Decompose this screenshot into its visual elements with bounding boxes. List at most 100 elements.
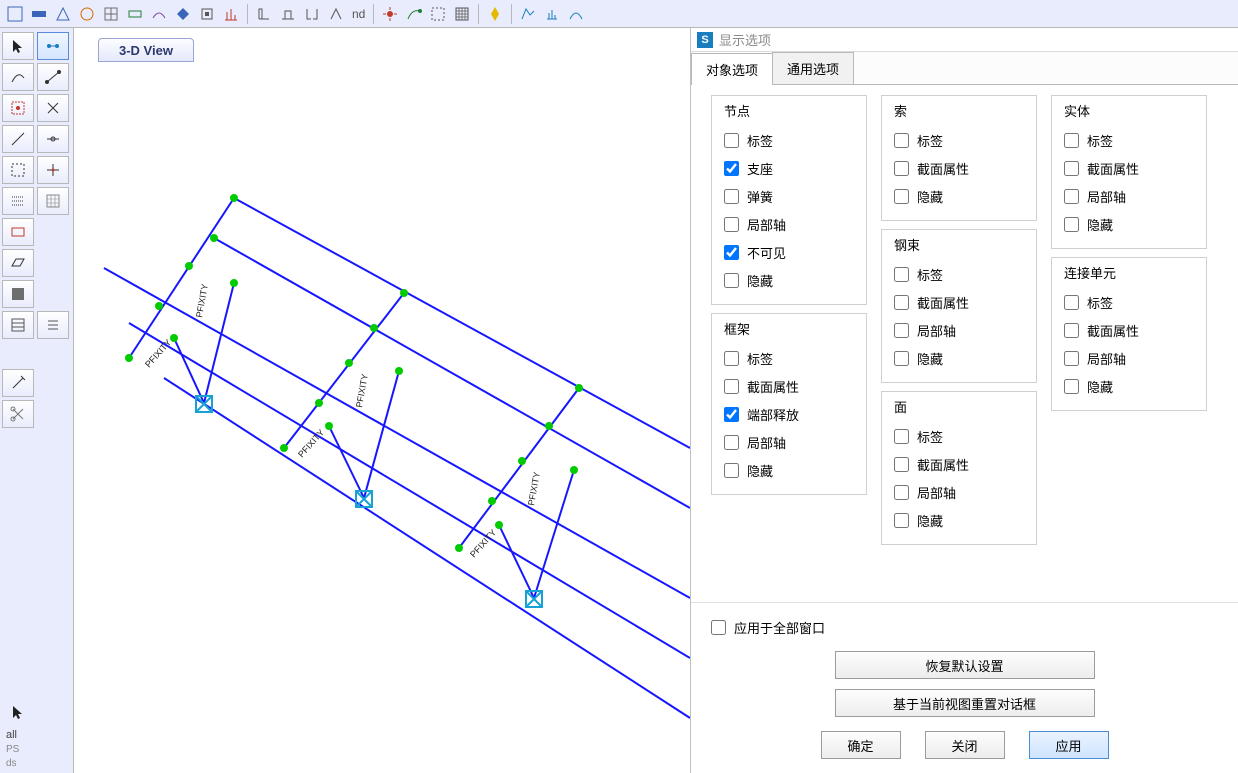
restore-defaults-button[interactable]: 恢复默认设置 — [835, 651, 1095, 679]
checkbox[interactable] — [724, 189, 739, 204]
checkbox[interactable] — [1064, 217, 1079, 232]
apply-button[interactable]: 应用 — [1029, 731, 1109, 759]
tool-icon[interactable] — [4, 3, 26, 25]
checkbox[interactable] — [1064, 379, 1079, 394]
option-局部轴[interactable]: 局部轴 — [894, 478, 1020, 506]
tool-icon[interactable] — [325, 3, 347, 25]
tool-icon[interactable] — [541, 3, 563, 25]
option-标签[interactable]: 标签 — [894, 422, 1020, 450]
point-tool[interactable] — [2, 94, 34, 122]
tool-icon[interactable] — [565, 3, 587, 25]
reset-from-view-button[interactable]: 基于当前视图重置对话框 — [835, 689, 1095, 717]
tool-icon[interactable] — [484, 3, 506, 25]
checkbox[interactable] — [1064, 295, 1079, 310]
option-截面属性[interactable]: 截面属性 — [894, 154, 1020, 182]
checkbox[interactable] — [1064, 189, 1079, 204]
edit-tool[interactable] — [2, 369, 34, 397]
tab-general-options[interactable]: 通用选项 — [772, 52, 854, 84]
option-截面属性[interactable]: 截面属性 — [1064, 154, 1190, 182]
option-标签[interactable]: 标签 — [724, 126, 850, 154]
checkbox[interactable] — [724, 407, 739, 422]
option-弹簧[interactable]: 弹簧 — [724, 182, 850, 210]
tool-icon[interactable] — [517, 3, 539, 25]
mesh-tool[interactable] — [2, 311, 34, 339]
line-tool[interactable] — [2, 125, 34, 153]
tool-icon[interactable] — [28, 3, 50, 25]
close-button[interactable]: 关闭 — [925, 731, 1005, 759]
option-局部轴[interactable]: 局部轴 — [1064, 344, 1190, 372]
cut-tool[interactable] — [2, 400, 34, 428]
option-隐藏[interactable]: 隐藏 — [894, 344, 1020, 372]
checkbox[interactable] — [1064, 133, 1079, 148]
checkbox[interactable] — [894, 295, 909, 310]
checkbox[interactable] — [724, 161, 739, 176]
edge-tool[interactable] — [37, 63, 69, 91]
option-标签[interactable]: 标签 — [1064, 288, 1190, 316]
checkbox[interactable] — [894, 189, 909, 204]
option-不可见[interactable]: 不可见 — [724, 238, 850, 266]
option-标签[interactable]: 标签 — [894, 260, 1020, 288]
checkbox[interactable] — [1064, 161, 1079, 176]
option-隐藏[interactable]: 隐藏 — [894, 182, 1020, 210]
curve-tool[interactable] — [2, 63, 34, 91]
pointer-tool[interactable] — [2, 32, 34, 60]
checkbox[interactable] — [894, 351, 909, 366]
checkbox[interactable] — [724, 273, 739, 288]
option-隐藏[interactable]: 隐藏 — [894, 506, 1020, 534]
offset-tool[interactable] — [37, 311, 69, 339]
tool-icon[interactable] — [196, 3, 218, 25]
tool-icon[interactable] — [76, 3, 98, 25]
option-标签[interactable]: 标签 — [1064, 126, 1190, 154]
node-select-tool[interactable] — [37, 32, 69, 60]
tab-object-options[interactable]: 对象选项 — [691, 53, 773, 85]
option-隐藏[interactable]: 隐藏 — [1064, 372, 1190, 400]
checkbox[interactable] — [894, 429, 909, 444]
tool-icon[interactable] — [220, 3, 242, 25]
model-canvas[interactable]: 3-D View — [74, 28, 690, 773]
tool-icon[interactable] — [172, 3, 194, 25]
tool-icon[interactable] — [379, 3, 401, 25]
midpoint-tool[interactable] — [37, 125, 69, 153]
checkbox[interactable] — [894, 133, 909, 148]
selection-pointer-icon[interactable] — [2, 698, 34, 726]
checkbox[interactable] — [894, 485, 909, 500]
option-截面属性[interactable]: 截面属性 — [724, 372, 850, 400]
tool-icon[interactable] — [427, 3, 449, 25]
checkbox[interactable] — [724, 133, 739, 148]
intersect-tool[interactable] — [37, 156, 69, 184]
checkbox[interactable] — [1064, 323, 1079, 338]
tool-icon[interactable] — [301, 3, 323, 25]
apply-all-checkbox[interactable] — [711, 620, 726, 635]
option-局部轴[interactable]: 局部轴 — [724, 428, 850, 456]
ok-button[interactable]: 确定 — [821, 731, 901, 759]
option-标签[interactable]: 标签 — [894, 126, 1020, 154]
grid-tool[interactable] — [37, 187, 69, 215]
option-端部释放[interactable]: 端部释放 — [724, 400, 850, 428]
tool-icon[interactable] — [52, 3, 74, 25]
cross-tool[interactable] — [37, 94, 69, 122]
option-截面属性[interactable]: 截面属性 — [1064, 316, 1190, 344]
face-tool[interactable] — [2, 280, 34, 308]
checkbox[interactable] — [1064, 351, 1079, 366]
checkbox[interactable] — [724, 463, 739, 478]
option-支座[interactable]: 支座 — [724, 154, 850, 182]
option-局部轴[interactable]: 局部轴 — [1064, 182, 1190, 210]
option-截面属性[interactable]: 截面属性 — [894, 450, 1020, 478]
tool-icon[interactable] — [253, 3, 275, 25]
checkbox[interactable] — [724, 245, 739, 260]
option-截面属性[interactable]: 截面属性 — [894, 288, 1020, 316]
tool-icon[interactable] — [451, 3, 473, 25]
checkbox[interactable] — [894, 161, 909, 176]
tool-icon[interactable] — [124, 3, 146, 25]
option-局部轴[interactable]: 局部轴 — [894, 316, 1020, 344]
option-隐藏[interactable]: 隐藏 — [1064, 210, 1190, 238]
option-局部轴[interactable]: 局部轴 — [724, 210, 850, 238]
checkbox[interactable] — [894, 513, 909, 528]
checkbox[interactable] — [724, 351, 739, 366]
checkbox[interactable] — [724, 435, 739, 450]
option-隐藏[interactable]: 隐藏 — [724, 266, 850, 294]
tool-icon[interactable] — [100, 3, 122, 25]
option-标签[interactable]: 标签 — [724, 344, 850, 372]
checkbox[interactable] — [724, 379, 739, 394]
checkbox[interactable] — [724, 217, 739, 232]
